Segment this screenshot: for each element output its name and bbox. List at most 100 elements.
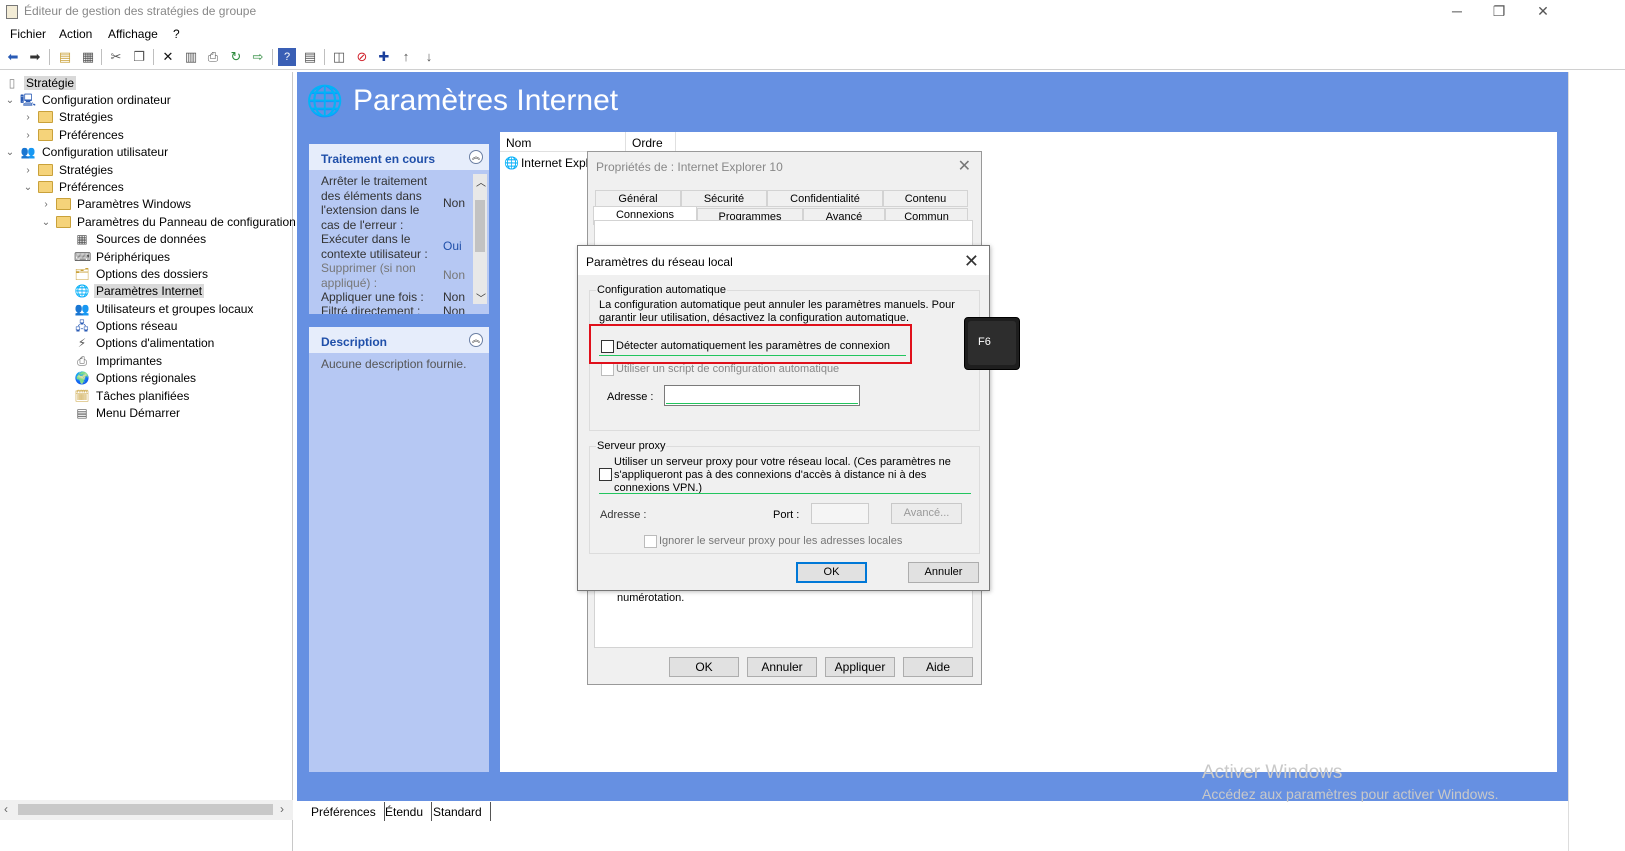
power-options-icon: ⚡ [77,336,87,350]
lan-cancel-button[interactable]: Annuler [908,562,979,583]
up-folder-icon[interactable]: ▤ [56,48,74,66]
chevron-right-icon[interactable]: › [22,165,34,176]
tree-root[interactable]: ▯ Stratégie [4,74,77,92]
menu-help[interactable]: ? [173,27,180,41]
use-proxy-checkbox[interactable] [599,468,612,481]
folder-open-icon [56,216,71,228]
cut-icon[interactable]: ✂ [107,48,125,66]
tree-item-network-options[interactable]: 🖧 Options réseau [74,317,179,335]
tree-horizontal-scrollbar[interactable]: ‹ › [0,800,293,820]
tree-item-power-options[interactable]: ⚡ Options d'alimentation [74,334,216,352]
chevron-down-icon[interactable]: ⌄ [4,95,16,106]
menu-fichier[interactable]: Fichier [10,27,46,41]
scroll-up-icon[interactable]: ︿ [476,174,486,189]
help-button[interactable]: Aide [903,657,973,677]
scroll-left-icon[interactable]: ‹ [4,802,8,816]
tab-standard[interactable]: Standard [425,802,491,821]
tree-item-local-users-groups[interactable]: 👥 Utilisateurs et groupes locaux [74,300,255,318]
scrollbar-thumb[interactable] [475,200,485,252]
column-header-name[interactable]: Nom [500,132,626,152]
delete-icon[interactable]: ✕ [159,48,177,66]
tab-general[interactable]: Général [595,190,681,207]
block-icon[interactable]: ⊘ [353,48,371,66]
tab-extended[interactable]: Étendu [377,802,433,821]
tree-control-panel-settings[interactable]: ⌄ Paramètres du Panneau de configuration [40,213,298,231]
forward-arrow-icon[interactable]: ➡ [26,48,44,66]
scrollbar-thumb[interactable] [18,804,273,815]
tree-item-scheduled-tasks[interactable]: 🗓 Tâches planifiées [74,387,191,405]
tree-user-config[interactable]: ⌄ 👥 Configuration utilisateur [4,143,170,161]
scroll-down-icon[interactable]: ﹀ [476,290,486,305]
tab-content[interactable]: Contenu [883,190,968,207]
bypass-local-label[interactable]: Ignorer le serveur proxy pour les adress… [659,535,902,548]
print-icon[interactable]: ⎙ [204,48,222,66]
chevron-right-icon[interactable]: › [40,199,52,210]
menu-bar: Fichier Action Affichage ? [0,24,1625,44]
tree-item-printers[interactable]: ⎙ Imprimantes [74,352,164,370]
chevron-right-icon[interactable]: › [22,112,34,123]
tree-uc-preferences[interactable]: ⌄ Préférences [22,178,126,196]
chevron-down-icon[interactable]: ⌄ [22,182,34,193]
highlight-box [589,324,912,364]
properties-icon[interactable]: ▥ [182,48,200,66]
move-down-icon[interactable]: ↓ [420,48,438,66]
collapse-icon[interactable]: ︽ [469,333,483,347]
tree-cc-preferences[interactable]: › Préférences [22,126,126,144]
cancel-button[interactable]: Annuler [747,657,817,677]
chevron-down-icon[interactable]: ⌄ [40,217,52,228]
export-icon[interactable]: ⇨ [249,48,267,66]
use-script-label[interactable]: Utiliser un script de configuration auto… [616,363,839,376]
folder-icon [38,129,53,141]
chevron-right-icon[interactable]: › [22,130,34,141]
description-panel: Description ︽ Aucune description fournie… [309,327,489,772]
port-input[interactable] [811,503,869,524]
ok-button[interactable]: OK [669,657,739,677]
use-script-checkbox[interactable] [601,363,614,376]
tab-security[interactable]: Sécurité [681,190,767,207]
tree-windows-settings[interactable]: › Paramètres Windows [40,195,193,213]
processing-scrollbar[interactable]: ︿ ﹀ [473,174,487,305]
use-proxy-label[interactable]: Utiliser un serveur proxy pour votre rés… [614,456,966,495]
close-icon[interactable]: ✕ [964,251,979,272]
preview-icon[interactable]: ◫ [330,48,348,66]
tree-item-devices[interactable]: ⌨ Périphériques [74,248,172,266]
tree-item-data-sources[interactable]: ▦ Sources de données [74,230,208,248]
tree-computer-config[interactable]: ⌄ 🖳 Configuration ordinateur [4,91,173,109]
refresh-icon[interactable]: ↻ [227,48,245,66]
tree-item-internet-settings[interactable]: 🌐 Paramètres Internet [74,282,205,300]
focus-underline [666,403,858,404]
list-item[interactable]: 🌐 Internet Explo [504,156,595,170]
chevron-down-icon[interactable]: ⌄ [4,147,16,158]
details-view-icon[interactable]: ▤ [301,48,319,66]
show-hide-tree-icon[interactable]: ▦ [79,48,97,66]
tab-privacy[interactable]: Confidentialité [767,190,883,207]
tree-uc-strategies[interactable]: › Stratégies [22,161,115,179]
column-header-order[interactable]: Ordre [626,132,676,152]
add-icon[interactable]: ✚ [375,48,393,66]
bypass-local-checkbox[interactable] [644,535,657,548]
copy-icon[interactable]: ❐ [130,48,148,66]
tree-item-regional-options[interactable]: 🌍 Options régionales [74,369,198,387]
collapse-icon[interactable]: ︽ [469,150,483,164]
close-icon[interactable]: ✕ [958,156,971,176]
close-button[interactable]: ✕ [1520,0,1566,24]
internet-settings-icon: 🌐 [306,85,344,118]
scheduled-tasks-icon: 🗓 [74,389,90,403]
scroll-right-icon[interactable]: › [280,802,284,816]
folder-icon [38,111,53,123]
tab-preferences[interactable]: Préférences [303,802,385,821]
menu-action[interactable]: Action [59,27,92,41]
help-icon[interactable]: ? [278,48,296,66]
processing-value: Non [443,304,466,314]
restore-button[interactable]: ❐ [1476,0,1522,24]
tree-item-folder-options[interactable]: 🗂 Options des dossiers [74,265,210,283]
advanced-button[interactable]: Avancé... [891,503,962,524]
back-arrow-icon[interactable]: ⬅ [4,48,22,66]
apply-button[interactable]: Appliquer [825,657,895,677]
tree-cc-strategies[interactable]: › Stratégies [22,108,115,126]
minimize-button[interactable]: ─ [1434,0,1480,24]
tree-item-start-menu[interactable]: ▤ Menu Démarrer [74,404,182,422]
move-up-icon[interactable]: ↑ [397,48,415,66]
menu-affichage[interactable]: Affichage [108,27,158,41]
lan-ok-button[interactable]: OK [796,562,867,583]
